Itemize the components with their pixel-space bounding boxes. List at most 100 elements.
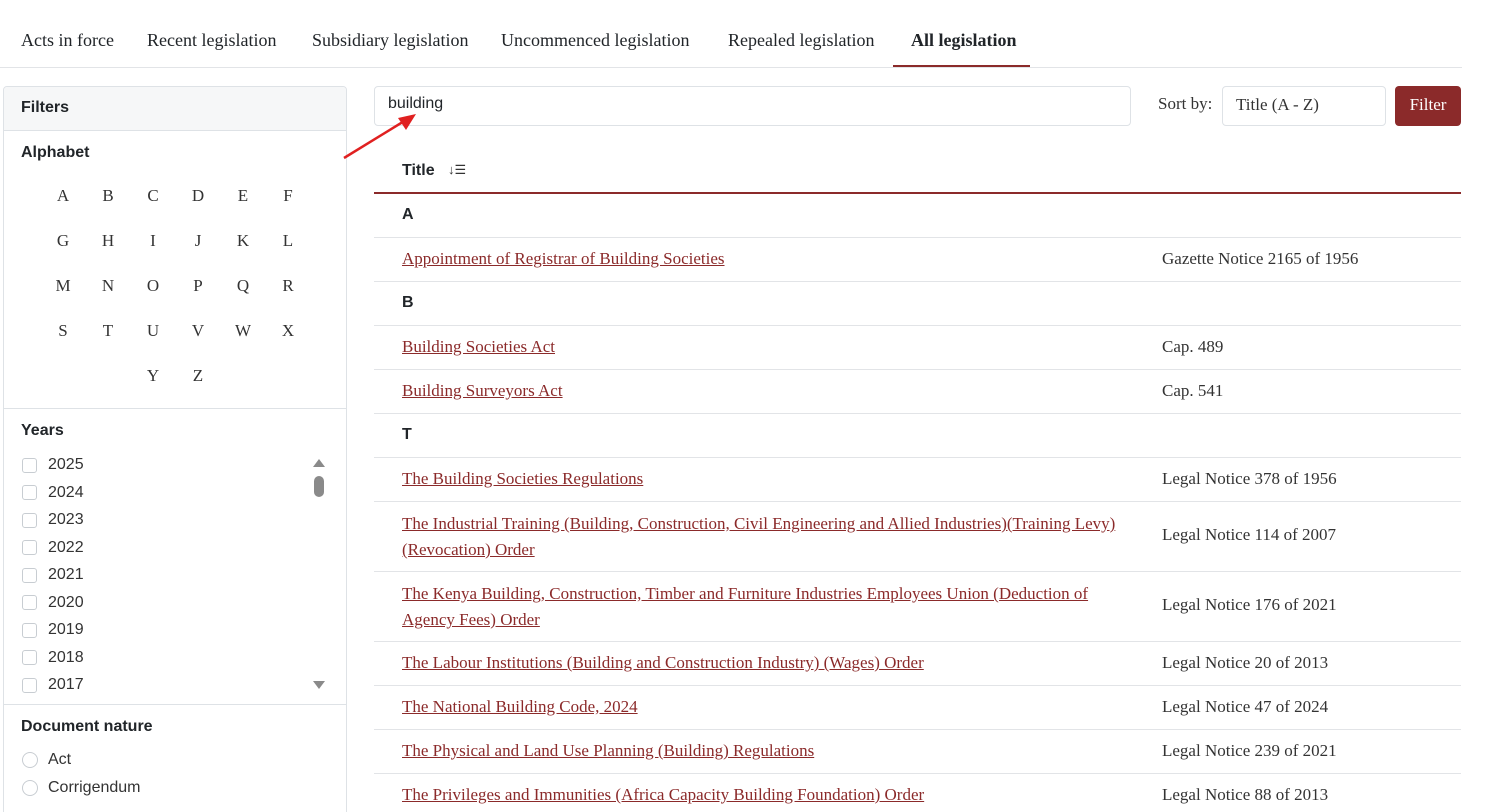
checkbox[interactable] bbox=[22, 540, 37, 555]
alphabet-letter-p[interactable]: P bbox=[183, 276, 213, 296]
alphabet-letter-q[interactable]: Q bbox=[228, 276, 258, 296]
alphabet-letter-s[interactable]: S bbox=[48, 321, 78, 341]
alphabet-letter-y[interactable]: Y bbox=[138, 366, 168, 386]
citation-text: Cap. 541 bbox=[1162, 381, 1224, 400]
table-row: The Physical and Land Use Planning (Buil… bbox=[374, 730, 1461, 774]
group-row: B bbox=[374, 282, 1461, 326]
alphabet-letter-a[interactable]: A bbox=[48, 186, 78, 206]
citation-text: Legal Notice 20 of 2013 bbox=[1162, 653, 1329, 672]
alphabet-letter-w[interactable]: W bbox=[228, 321, 258, 341]
group-letter: B bbox=[402, 294, 414, 311]
alphabet-letter-x[interactable]: X bbox=[273, 321, 303, 341]
checkbox[interactable] bbox=[22, 595, 37, 610]
checkbox[interactable] bbox=[22, 512, 37, 528]
checkbox[interactable] bbox=[22, 457, 37, 473]
radio-button[interactable] bbox=[22, 780, 38, 796]
citation-text: Legal Notice 47 of 2024 bbox=[1162, 697, 1329, 716]
nature-option-corrigendum[interactable]: Corrigendum bbox=[22, 777, 140, 799]
legislation-title-link[interactable]: The Physical and Land Use Planning (Buil… bbox=[402, 738, 1142, 764]
table-header: Title ↓☰ bbox=[374, 148, 1461, 194]
year-option[interactable]: 2019 bbox=[22, 619, 84, 641]
year-option[interactable]: 2017 bbox=[22, 674, 84, 696]
tab-acts-in-force[interactable]: Acts in force bbox=[21, 30, 114, 51]
alphabet-letter-k[interactable]: K bbox=[228, 231, 258, 251]
table-row: Building Societies Act Cap. 489 bbox=[374, 326, 1461, 370]
legislation-title-link[interactable]: The Industrial Training (Building, Const… bbox=[402, 511, 1142, 563]
year-option[interactable]: 2025 bbox=[22, 454, 84, 476]
alphabet-letter-j[interactable]: J bbox=[183, 231, 213, 251]
year-label: 2024 bbox=[48, 483, 84, 501]
legislation-title-link[interactable]: Building Surveyors Act bbox=[402, 378, 1142, 404]
search-input[interactable]: building bbox=[374, 86, 1131, 126]
alphabet-letter-r[interactable]: R bbox=[273, 276, 303, 296]
table-row: Appointment of Registrar of Building Soc… bbox=[374, 238, 1461, 282]
alphabet-letter-c[interactable]: C bbox=[138, 186, 168, 206]
tab-repealed-legislation[interactable]: Repealed legislation bbox=[728, 30, 874, 51]
checkbox[interactable] bbox=[22, 567, 37, 583]
alphabet-letter-e[interactable]: E bbox=[228, 186, 258, 206]
table-row: The Building Societies Regulations Legal … bbox=[374, 458, 1461, 502]
alphabet-letter-f[interactable]: F bbox=[273, 186, 303, 206]
alphabet-letter-d[interactable]: D bbox=[183, 186, 213, 206]
alphabet-letter-l[interactable]: L bbox=[273, 231, 303, 251]
checkbox[interactable] bbox=[22, 622, 37, 638]
table-row: The National Building Code, 2024 Legal No… bbox=[374, 686, 1461, 730]
alphabet-letter-b[interactable]: B bbox=[93, 186, 123, 206]
sort-label: Sort by: bbox=[1158, 94, 1213, 113]
alphabet-letter-u[interactable]: U bbox=[138, 321, 168, 341]
filter-button[interactable]: Filter bbox=[1395, 86, 1461, 126]
sort-select[interactable]: Title (A - Z) bbox=[1222, 86, 1386, 126]
tab-all-legislation[interactable]: All legislation bbox=[911, 30, 1017, 51]
year-option[interactable]: 2018 bbox=[22, 647, 84, 669]
sort-descending-icon[interactable]: ↓☰ bbox=[448, 162, 466, 178]
alphabet-letter-n[interactable]: N bbox=[93, 276, 123, 296]
active-tab-indicator bbox=[893, 65, 1030, 67]
checkbox[interactable] bbox=[22, 485, 37, 500]
table-row: Building Surveyors Act Cap. 541 bbox=[374, 370, 1461, 414]
scroll-up-icon[interactable] bbox=[313, 459, 325, 467]
alphabet-title: Alphabet bbox=[21, 144, 90, 161]
year-option[interactable]: 2023 bbox=[22, 509, 84, 531]
years-title: Years bbox=[21, 422, 64, 439]
alphabet-letter-o[interactable]: O bbox=[138, 276, 168, 296]
alphabet-letter-i[interactable]: I bbox=[138, 231, 168, 251]
scroll-down-icon[interactable] bbox=[313, 681, 325, 689]
citation-text: Legal Notice 176 of 2021 bbox=[1162, 595, 1337, 614]
document-nature-title: Document nature bbox=[21, 718, 153, 735]
alphabet-letter-z[interactable]: Z bbox=[183, 366, 213, 386]
checkbox[interactable] bbox=[22, 677, 37, 693]
year-option[interactable]: 2020 bbox=[22, 592, 84, 614]
table-row: The Labour Institutions (Building and Co… bbox=[374, 642, 1461, 686]
legislation-title-link[interactable]: The Labour Institutions (Building and Co… bbox=[402, 650, 1142, 676]
nature-option-act[interactable]: Act bbox=[22, 749, 71, 771]
legislation-title-link[interactable]: The Kenya Building, Construction, Timber… bbox=[402, 581, 1142, 633]
table-row: The Privileges and Immunities (Africa Ca… bbox=[374, 774, 1461, 812]
tab-recent-legislation[interactable]: Recent legislation bbox=[147, 30, 276, 51]
alphabet-letter-m[interactable]: M bbox=[48, 276, 78, 296]
year-option[interactable]: 2022 bbox=[22, 537, 84, 559]
legislation-title-link[interactable]: Building Societies Act bbox=[402, 334, 1142, 360]
alphabet-letter-h[interactable]: H bbox=[93, 231, 123, 251]
radio-button[interactable] bbox=[22, 752, 38, 768]
tab-subsidiary-legislation[interactable]: Subsidiary legislation bbox=[312, 30, 469, 51]
group-letter: A bbox=[402, 206, 414, 223]
alphabet-letter-t[interactable]: T bbox=[93, 321, 123, 341]
year-label: 2019 bbox=[48, 621, 84, 638]
alphabet-letter-v[interactable]: V bbox=[183, 321, 213, 341]
scrollbar-thumb[interactable] bbox=[314, 476, 324, 497]
group-row: A bbox=[374, 194, 1461, 238]
legislation-title-link[interactable]: Appointment of Registrar of Building Soc… bbox=[402, 246, 1142, 272]
legislation-title-link[interactable]: The National Building Code, 2024 bbox=[402, 694, 1142, 720]
legislation-title-link[interactable]: The Building Societies Regulations bbox=[402, 466, 1142, 492]
table-row: The Industrial Training (Building, Const… bbox=[374, 502, 1461, 572]
tab-uncommenced-legislation[interactable]: Uncommenced legislation bbox=[501, 30, 689, 51]
alphabet-letter-g[interactable]: G bbox=[48, 231, 78, 251]
citation-text: Legal Notice 114 of 2007 bbox=[1162, 525, 1337, 544]
checkbox[interactable] bbox=[22, 650, 37, 665]
year-label: 2022 bbox=[48, 538, 84, 556]
legislation-title-link[interactable]: The Privileges and Immunities (Africa Ca… bbox=[402, 782, 1142, 808]
year-option[interactable]: 2021 bbox=[22, 564, 84, 586]
title-column-header[interactable]: Title bbox=[402, 162, 435, 180]
year-option[interactable]: 2024 bbox=[22, 482, 84, 504]
citation-text: Gazette Notice 2165 of 1956 bbox=[1162, 249, 1359, 268]
